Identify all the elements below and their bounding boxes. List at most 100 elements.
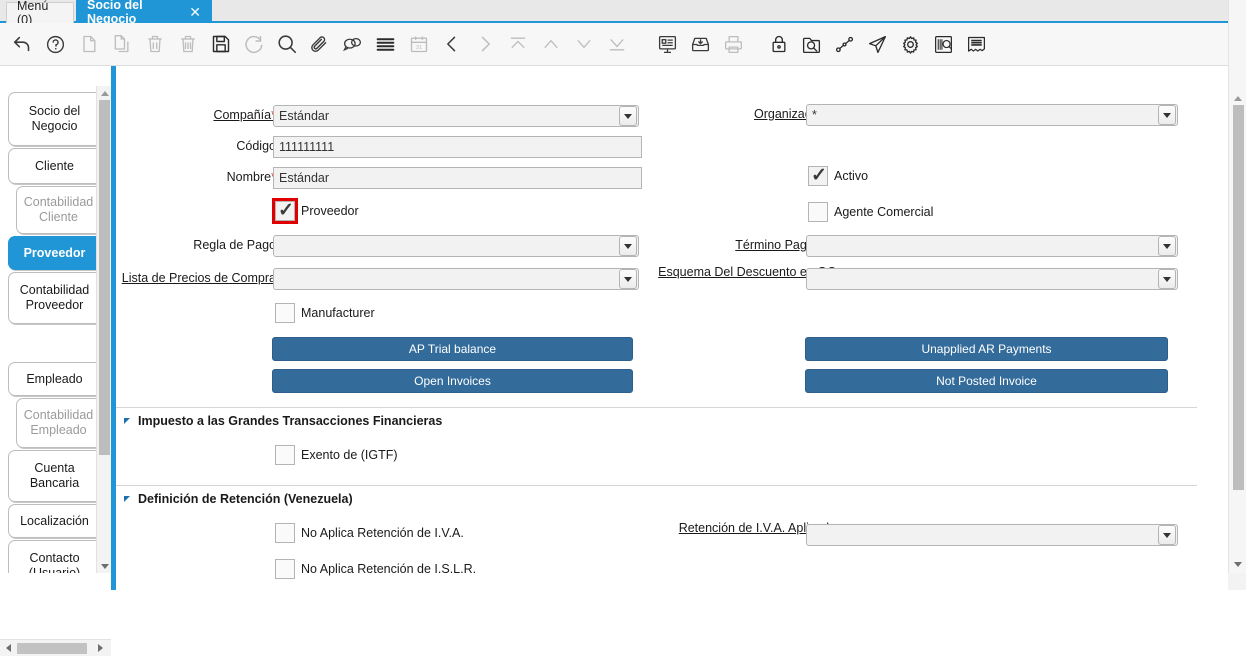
previous-icon[interactable] [435,26,468,62]
window-tab-socio-del-negocio[interactable]: Socio del Negocio ✕ [76,0,212,23]
report-icon[interactable] [651,26,684,62]
sidebar-item-empleado[interactable]: Empleado [8,362,96,396]
no-aplica-iva-checkbox-row[interactable]: No Aplica Retención de I.V.A. [275,523,464,543]
retencion-iva-aplicada-combo[interactable] [806,524,1178,546]
chevron-down-icon[interactable] [1158,269,1176,289]
lista-precios-compra-combo[interactable] [273,268,639,290]
agente-comercial-checkbox[interactable] [808,202,828,222]
proveedor-checkbox[interactable]: ✓ [275,201,295,221]
compania-value[interactable]: Estándar [274,109,619,123]
esquema-descuento-oc-combo[interactable] [806,268,1178,290]
open-invoices-label: Open Invoices [414,374,491,388]
compania-combo[interactable]: Estándar [273,105,639,127]
chevron-down-icon[interactable] [1158,525,1176,545]
no-aplica-islr-checkbox-row[interactable]: No Aplica Retención de I.S.L.R. [275,559,476,579]
unapplied-ar-payments-button[interactable]: Unapplied AR Payments [805,337,1168,361]
regla-de-pago-label: Regla de Pago [146,238,276,252]
section-divider [116,407,1197,408]
chevron-down-icon[interactable] [619,236,637,256]
window-body: Socio del Negocio Cliente Contabilidad C… [0,66,1246,590]
sidebar-item-contabilidad-proveedor[interactable]: Contabilidad Proveedor [8,272,96,324]
scroll-down-icon[interactable] [1229,556,1246,572]
nombre-label: Nombre* [146,170,276,184]
proveedor-checkbox-row[interactable]: ✓ Proveedor [275,201,359,221]
sidebar-item-cuenta-bancaria[interactable]: Cuenta Bancaria [8,450,96,502]
termino-pago-oc-combo[interactable] [806,235,1178,257]
sidebar-item-label: Contabilidad Cliente [23,195,94,225]
form-scrollbar-thumb[interactable] [1233,105,1244,490]
zoom-across-icon[interactable] [795,26,828,62]
document-lines-icon[interactable] [960,26,993,62]
exento-igtf-checkbox[interactable] [275,445,295,465]
sidebar-item-socio-del-negocio[interactable]: Socio del Negocio [8,92,96,146]
settings-icon[interactable] [894,26,927,62]
section-header-retencion[interactable]: Definición de Retención (Venezuela) [124,492,353,506]
chevron-down-icon[interactable] [1158,105,1176,125]
nombre-input[interactable]: Estándar [273,167,642,189]
sidebar-item-cliente[interactable]: Cliente [8,148,96,184]
form-vertical-scrollbar[interactable] [1228,0,1246,590]
open-invoices-button[interactable]: Open Invoices [272,369,633,393]
close-icon[interactable]: ✕ [189,5,201,19]
scroll-up-icon[interactable] [97,86,112,100]
sidebar-item-contacto-usuario[interactable]: Contacto (Usuario) [8,540,96,573]
sidebar-item-label: Cliente [35,159,74,174]
scroll-up-icon[interactable] [1229,90,1246,106]
manufacturer-checkbox[interactable] [275,303,295,323]
archive-icon[interactable] [684,26,717,62]
scroll-right-icon[interactable] [92,640,108,656]
activo-checkbox[interactable]: ✓ [808,166,828,186]
chevron-down-icon[interactable] [619,106,637,126]
no-aplica-islr-checkbox-label: No Aplica Retención de I.S.L.R. [301,562,476,576]
calendar-icon: 31 [402,26,435,62]
sidebar-item-contabilidad-empleado[interactable]: Contabilidad Empleado [16,398,96,448]
no-aplica-islr-checkbox[interactable] [275,559,295,579]
organizacion-value[interactable]: * [807,108,1158,122]
delete-all-icon [171,26,204,62]
sidebar-horizontal-scrollbar[interactable] [0,639,111,656]
exento-igtf-checkbox-row[interactable]: Exento de (IGTF) [275,445,398,465]
sidebar-item-contabilidad-cliente[interactable]: Contabilidad Cliente [16,186,96,234]
previous-record-icon [534,26,567,62]
chevron-down-icon[interactable] [1158,236,1176,256]
send-icon[interactable] [861,26,894,62]
lock-icon[interactable] [762,26,795,62]
regla-de-pago-combo[interactable] [273,235,639,257]
undo-icon[interactable] [6,26,39,62]
save-icon[interactable] [204,26,237,62]
help-icon[interactable] [39,26,72,62]
next-icon [468,26,501,62]
first-record-icon [501,26,534,62]
activo-checkbox-row[interactable]: ✓ Activo [808,166,868,186]
grid-toggle-icon[interactable] [369,26,402,62]
sidebar-item-proveedor[interactable]: Proveedor [8,236,96,270]
collapse-triangle-icon[interactable] [124,418,130,424]
agente-comercial-checkbox-row[interactable]: Agente Comercial [808,202,933,222]
sidebar-item-label: Contacto (Usuario) [15,551,94,573]
copy-record-icon [105,26,138,62]
window-tab-menu[interactable]: Menú (0) [6,2,74,23]
section-header-igtf[interactable]: Impuesto a las Grandes Transacciones Fin… [124,414,442,428]
not-posted-invoice-button[interactable]: Not Posted Invoice [805,369,1168,393]
workflow-icon[interactable] [828,26,861,62]
manufacturer-checkbox-row[interactable]: Manufacturer [275,303,375,323]
no-aplica-iva-checkbox[interactable] [275,523,295,543]
ap-trial-balance-button[interactable]: AP Trial balance [272,337,633,361]
chevron-down-icon[interactable] [619,269,637,289]
attachment-icon[interactable] [303,26,336,62]
collapse-triangle-icon[interactable] [124,496,130,502]
scroll-down-icon[interactable] [97,559,112,573]
codigo-input[interactable]: 111111111 [273,136,642,158]
sidebar-item-localizacion[interactable]: Localización [8,504,96,538]
chat-icon[interactable] [336,26,369,62]
product-info-icon[interactable] [927,26,960,62]
sidebar-hscroll-thumb[interactable] [17,643,87,654]
sidebar-vertical-scrollbar[interactable] [96,86,111,573]
organizacion-combo[interactable]: * [806,104,1178,126]
sidebar-scrollbar-thumb[interactable] [99,100,110,455]
activo-checkbox-label: Activo [834,169,868,183]
search-icon[interactable] [270,26,303,62]
sidebar-item-label: Socio del Negocio [15,104,94,134]
scroll-left-icon[interactable] [0,640,16,656]
refresh-icon [237,26,270,62]
